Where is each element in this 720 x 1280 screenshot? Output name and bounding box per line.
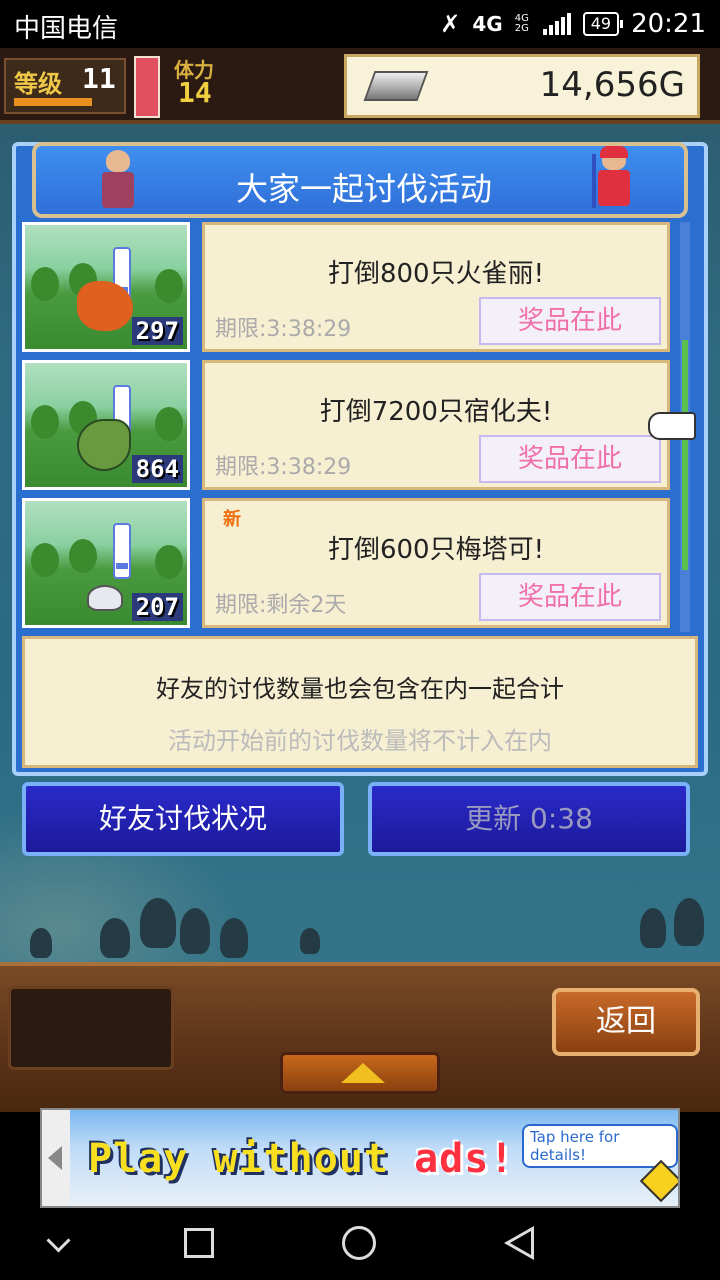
- kill-count: 207: [131, 593, 183, 621]
- pointing-hand-icon: [648, 412, 696, 440]
- back-button[interactable]: 返回: [552, 988, 700, 1056]
- battery-icon: 49: [582, 12, 624, 36]
- new-badge: 新: [223, 509, 241, 530]
- ad-banner[interactable]: Play without ads! Tap here for details!: [40, 1108, 680, 1208]
- network-small-label: 4G 2G: [514, 13, 529, 34]
- chevron-down-icon[interactable]: [46, 1228, 71, 1253]
- mission-thumbnail: 864: [22, 360, 190, 490]
- mission-thumbnail: 297: [22, 222, 190, 352]
- carrier-name: 中国电信: [14, 14, 119, 44]
- stamina-value: 14: [178, 76, 212, 109]
- mission-card: 打倒800只火雀丽! 期限:3:38:29 奖品在此: [202, 222, 670, 352]
- prize-button[interactable]: 奖品在此: [479, 573, 661, 621]
- expand-menu-button[interactable]: [280, 1052, 440, 1094]
- ad-word-3: ads!: [414, 1136, 515, 1182]
- ad-headline: Play without ads!: [88, 1136, 514, 1182]
- mission-row: 297 打倒800只火雀丽! 期限:3:38:29 奖品在此: [22, 222, 672, 354]
- stamina-gauge: [134, 56, 160, 118]
- alert-icon: [113, 523, 131, 579]
- mission-thumbnail: 207: [22, 498, 190, 628]
- experience-bar: [14, 98, 92, 106]
- info-note: 好友的讨伐数量也会包含在内一起合计 活动开始前的讨伐数量将不计入在内: [22, 636, 698, 768]
- status-icons: ✗ 4G 4G 2G 49 20:21: [440, 6, 706, 42]
- signal-icon: [542, 13, 571, 35]
- battery-level: 49: [590, 14, 612, 33]
- level-value: 11: [82, 62, 116, 95]
- silver-ingot-icon: [363, 71, 429, 101]
- bottom-menu-bar: 返回: [0, 962, 720, 1112]
- top-hud: 等级 11 体力 14 14,656G: [0, 48, 720, 124]
- dialog-header: 大家一起讨伐活动: [32, 142, 688, 218]
- scrollbar-thumb[interactable]: [682, 340, 688, 570]
- gold-display: 14,656G: [344, 54, 700, 118]
- ad-collapse-button[interactable]: [42, 1110, 70, 1206]
- mission-card: 新 打倒600只梅塔可! 期限:剩余2天 奖品在此: [202, 498, 670, 628]
- note-primary-text: 好友的讨伐数量也会包含在内一起合计: [156, 675, 564, 703]
- system-navigation-bar: [0, 1208, 720, 1280]
- mission-deadline: 期限:3:38:29: [215, 317, 352, 342]
- note-secondary-text: 活动开始前的讨伐数量将不计入在内: [168, 727, 552, 755]
- gold-amount: 14,656G: [539, 65, 685, 105]
- mission-card: 打倒7200只宿化夫! 期限:3:38:29 奖品在此: [202, 360, 670, 490]
- prize-button[interactable]: 奖品在此: [479, 435, 661, 483]
- network-label: 4G: [472, 12, 503, 36]
- mission-title: 打倒600只梅塔可!: [327, 535, 545, 565]
- prize-button[interactable]: 奖品在此: [479, 297, 661, 345]
- plant-monster-icon: [77, 419, 131, 471]
- mute-icon: ✗: [440, 10, 461, 38]
- arrow-left-icon: [48, 1146, 62, 1170]
- mission-title: 打倒7200只宿化夫!: [319, 397, 553, 427]
- ad-details-link[interactable]: Tap here for details!: [522, 1124, 678, 1168]
- arrow-up-icon: [341, 1063, 385, 1083]
- empty-slot: [8, 986, 174, 1070]
- home-icon[interactable]: [342, 1226, 376, 1260]
- mission-row: 207 新 打倒600只梅塔可! 期限:剩余2天 奖品在此: [22, 498, 672, 630]
- metal-slime-monster-icon: [87, 585, 123, 611]
- mission-title: 打倒800只火雀丽!: [327, 259, 545, 289]
- level-box: 等级 11: [4, 58, 126, 114]
- refresh-button[interactable]: 更新 0:38: [368, 782, 690, 856]
- fire-bird-monster-icon: [77, 281, 133, 331]
- mission-deadline: 期限:剩余2天: [215, 593, 347, 618]
- mission-deadline: 期限:3:38:29: [215, 455, 352, 480]
- level-label: 等级: [14, 70, 62, 98]
- kill-count: 297: [131, 317, 183, 345]
- recent-apps-icon[interactable]: [184, 1228, 214, 1258]
- clock: 20:21: [631, 9, 706, 39]
- friends-hunt-status-button[interactable]: 好友讨伐状况: [22, 782, 344, 856]
- ad-word-1: Play: [88, 1136, 189, 1182]
- ad-word-2: without: [213, 1136, 389, 1182]
- kill-count: 864: [131, 455, 183, 483]
- status-bar: 中国电信 ✗ 4G 4G 2G 49 20:21: [0, 0, 720, 48]
- mission-row: 864 打倒7200只宿化夫! 期限:3:38:29 奖品在此: [22, 360, 672, 492]
- mage-character-icon: [592, 146, 636, 208]
